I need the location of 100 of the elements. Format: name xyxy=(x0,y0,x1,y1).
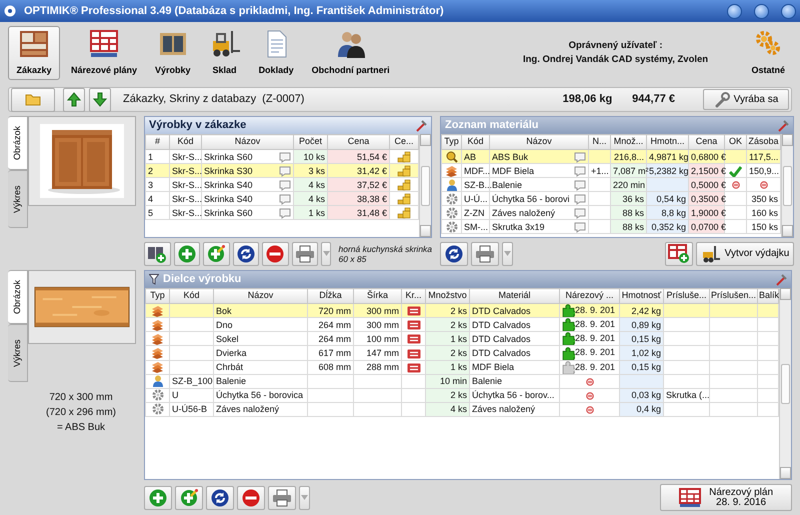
column-header[interactable]: Zásoba xyxy=(746,134,780,150)
delete-button[interactable] xyxy=(237,486,265,510)
settings-button[interactable]: Ostatné xyxy=(744,26,792,80)
table-row[interactable]: Sokel 264 mm 100 mm 1 ks DTD Calvados 28. 9. 201 0,15 kg xyxy=(146,332,779,346)
table-cell: 720 mm xyxy=(318,306,351,316)
table-row[interactable]: Z-ZN Záves naložený 88 ks 8,8 kg 1,9000 € 160 ks xyxy=(442,206,780,220)
refresh-button[interactable] xyxy=(206,486,234,510)
column-header[interactable]: Cena xyxy=(688,134,724,150)
add-edit-button[interactable] xyxy=(203,242,230,266)
column-header[interactable]: OK xyxy=(724,134,746,150)
column-header[interactable]: Typ xyxy=(442,134,462,150)
column-header[interactable]: Šírka xyxy=(354,288,402,304)
column-header[interactable]: Kód xyxy=(170,288,214,304)
side-tab[interactable]: Výkres xyxy=(8,324,28,382)
table-row[interactable]: MDF... MDF Biela +1... 7,087 m²5,2382 kg 2,1500 € 150,9... xyxy=(442,164,780,178)
column-header[interactable]: Prísluše... xyxy=(664,288,710,304)
scrollbar[interactable] xyxy=(419,134,431,237)
table-cell: 4 ks xyxy=(308,180,325,190)
edge-text: = ABS Buk xyxy=(56,421,106,435)
column-header[interactable]: Balík xyxy=(758,288,779,304)
delete-button[interactable] xyxy=(262,242,288,266)
column-header[interactable]: # xyxy=(146,134,170,150)
table-row[interactable]: 3 Skr-S... Skrinka S40 4 ks 37,52 € xyxy=(146,178,418,192)
table-cell: 2,1500 € xyxy=(691,166,726,176)
table-cell: 350 ks xyxy=(751,194,778,204)
panel-title: Dielce výrobku xyxy=(163,272,242,288)
table-row[interactable]: 4 Skr-S... Skrinka S40 4 ks 38,38 € xyxy=(146,192,418,206)
gear-icon xyxy=(446,220,458,233)
toolbar-button[interactable]: Výrobky xyxy=(148,26,198,80)
column-header[interactable]: Kr... xyxy=(402,288,426,304)
add-product-button[interactable] xyxy=(144,242,170,266)
column-header[interactable]: Kód xyxy=(170,134,202,150)
table-row[interactable]: U Úchytka 56 - borovica 2 ks Úchytka 56 - borov... 0,03 kg Skrutka (... xyxy=(146,388,779,402)
column-header[interactable]: Množ... xyxy=(610,134,646,150)
column-header[interactable]: N... xyxy=(588,134,610,150)
side-tab[interactable]: Obrázok xyxy=(8,116,28,170)
refresh-icon xyxy=(236,244,255,262)
close-button[interactable] xyxy=(781,4,796,18)
table-cell: Skrutka (... xyxy=(666,390,710,400)
table-row[interactable]: Dvierka 617 mm 147 mm 2 ks DTD Calvados 28. 9. 201 1,02 kg xyxy=(146,346,779,360)
table-row[interactable]: SZ-B_100 Balenie 10 min Balenie xyxy=(146,374,779,388)
open-button[interactable] xyxy=(11,88,55,112)
scrollbar[interactable] xyxy=(779,288,792,479)
cutting-plan-button[interactable]: Nárezový plán 28. 9. 2016 xyxy=(660,484,792,511)
table-row[interactable]: 1 Skr-S... Skrinka S60 10 ks 51,54 € xyxy=(146,150,418,164)
refresh-button[interactable] xyxy=(232,242,259,266)
table-row[interactable]: U-Ú... Úchytka 56 - borovi 36 ks 0,54 kg 0,3500 € 350 ks xyxy=(442,192,780,206)
column-header[interactable]: Materiál xyxy=(470,288,560,304)
add-edit-button[interactable] xyxy=(175,486,203,510)
side-tab[interactable]: Výkres xyxy=(8,170,28,228)
refresh-button[interactable] xyxy=(440,242,468,266)
table-cell: 1 ks xyxy=(308,208,325,218)
table-cell: Chrbát xyxy=(216,362,244,372)
table-row[interactable]: U-Ú56-B Záves naložený 4 ks Záves naložený 0,4 kg xyxy=(146,402,779,416)
table-row[interactable]: 5 Skr-S... Skrinka S60 1 ks 31,48 € xyxy=(146,206,418,220)
column-header[interactable]: Hmotnosť xyxy=(620,288,664,304)
column-header[interactable]: Počet xyxy=(294,134,328,150)
table-row[interactable]: SM-... Skrutka 3x19 88 ks 0,352 kg 0,0700 € 150 ks xyxy=(442,220,780,234)
add-cutting-plan-button[interactable] xyxy=(665,242,693,266)
table-cell: 0,15 kg xyxy=(631,362,661,372)
side-tab[interactable]: Obrázok xyxy=(8,270,28,324)
toolbar-button[interactable]: Obchodní partneri xyxy=(304,26,397,80)
boards-icon xyxy=(151,304,164,317)
table-row[interactable]: Dno 264 mm 300 mm 2 ks DTD Calvados 28. 9. 201 0,89 kg xyxy=(146,318,779,332)
table-row[interactable]: 2 Skr-S... Skrinka S30 3 ks 31,42 € xyxy=(146,164,418,178)
column-header[interactable]: Názov xyxy=(202,134,294,150)
column-header[interactable]: Názov xyxy=(490,134,588,150)
table-cell: 220 min xyxy=(613,180,646,190)
table-row[interactable]: AB ABS Buk 216,8... 4,9871 kg 0,6800 € 117,5... xyxy=(442,150,780,164)
column-header[interactable]: Nárezový ... xyxy=(560,288,620,304)
column-header[interactable]: Typ xyxy=(146,288,170,304)
table-cell: 3 xyxy=(148,180,154,190)
toolbar-button[interactable]: Zákazky xyxy=(8,26,60,80)
column-header[interactable]: Dĺžka xyxy=(308,288,354,304)
column-header[interactable]: Množstvo xyxy=(426,288,470,304)
move-up-button[interactable] xyxy=(63,88,85,112)
table-row[interactable]: Chrbát 608 mm 288 mm 1 ks MDF Biela 28. 9. 201 0,15 kg xyxy=(146,360,779,374)
toolbar-button[interactable]: Sklad xyxy=(202,26,248,80)
column-header[interactable]: Názov xyxy=(214,288,308,304)
minimize-button[interactable] xyxy=(727,4,742,18)
scrollbar[interactable] xyxy=(781,134,793,237)
print-button[interactable] xyxy=(292,242,318,266)
column-header[interactable]: Cena xyxy=(328,134,390,150)
table-row[interactable]: SZ-B...Balenie 220 min 0,5000 € xyxy=(442,178,780,192)
column-header[interactable]: Príslušen... xyxy=(710,288,758,304)
table-cell: Skrutka 3x19 xyxy=(492,222,545,232)
add-button[interactable] xyxy=(144,486,172,510)
toolbar-button[interactable]: Doklady xyxy=(252,26,301,80)
print-button[interactable] xyxy=(471,242,499,266)
add-button[interactable] xyxy=(174,242,200,266)
column-header[interactable]: Hmotn... xyxy=(646,134,688,150)
maximize-button[interactable] xyxy=(754,4,769,18)
issue-button[interactable]: Vytvor výdajku xyxy=(696,242,794,266)
column-header[interactable]: Ce... xyxy=(390,134,418,150)
column-header[interactable]: Kód xyxy=(462,134,490,150)
toolbar-button[interactable]: Nárezové plány xyxy=(64,26,144,80)
table-row[interactable]: Bok 720 mm 300 mm 2 ks DTD Calvados 28. 9. 201 2,42 kg xyxy=(146,304,779,318)
print-button[interactable] xyxy=(268,486,296,510)
status-button[interactable]: Vyrába sa xyxy=(703,89,789,110)
move-down-button[interactable] xyxy=(89,88,111,112)
